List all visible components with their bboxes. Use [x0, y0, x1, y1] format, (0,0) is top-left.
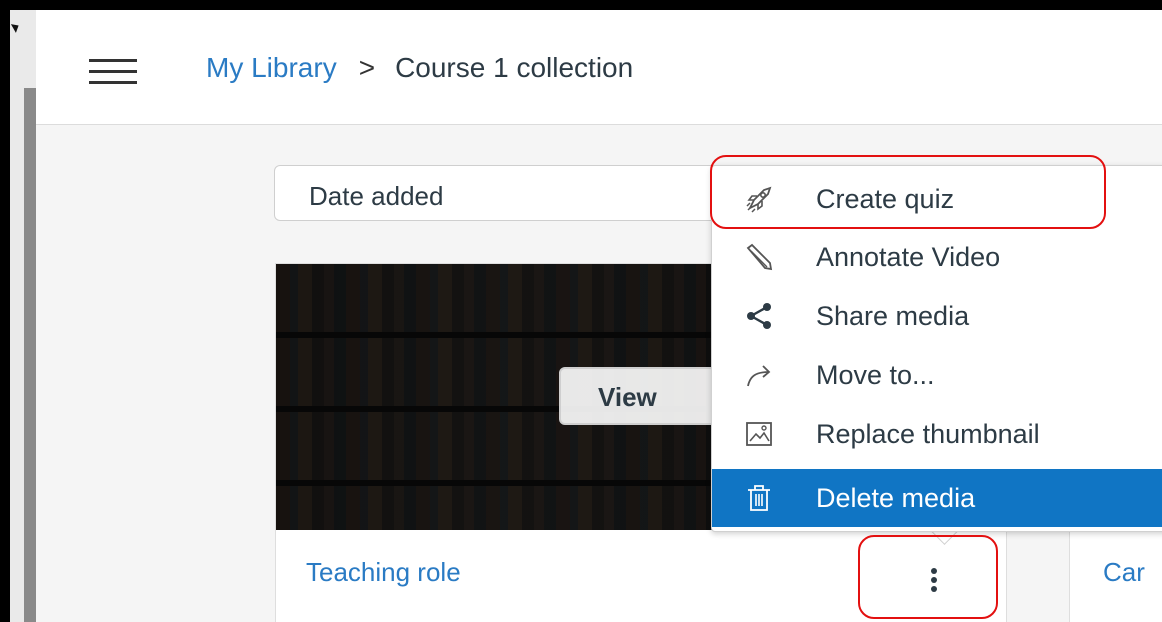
- hamburger-menu-icon[interactable]: [89, 59, 137, 85]
- breadcrumb-separator: >: [358, 52, 376, 83]
- sort-dropdown[interactable]: Date added: [274, 165, 734, 221]
- menu-item-annotate-video[interactable]: Annotate Video: [712, 228, 1162, 286]
- menu-item-label: Create quiz: [816, 184, 955, 214]
- image-icon: [746, 422, 772, 446]
- media-title-link[interactable]: Teaching role: [306, 557, 461, 588]
- top-header: My Library > Course 1 collection: [36, 10, 1162, 125]
- menu-item-delete-media[interactable]: Delete media: [712, 469, 1162, 527]
- pencil-icon: [746, 243, 773, 271]
- menu-item-label: Share media: [816, 301, 970, 331]
- menu-item-create-quiz[interactable]: Create quiz: [712, 170, 1162, 228]
- share-icon: [747, 303, 771, 329]
- left-scrollbar[interactable]: [10, 10, 36, 622]
- menu-item-label: Delete media: [816, 483, 976, 513]
- context-menu: Create quiz Annotate Video Share media M…: [711, 165, 1162, 532]
- breadcrumb: My Library > Course 1 collection: [206, 52, 633, 84]
- view-button[interactable]: View: [559, 367, 729, 425]
- cursor-arrow-icon: [10, 21, 22, 33]
- media-title-link-2[interactable]: Car: [1103, 557, 1145, 588]
- arrow-forward-icon: [747, 365, 771, 387]
- rocket-icon: [746, 186, 772, 213]
- menu-item-replace-thumbnail[interactable]: Replace thumbnail: [712, 405, 1162, 463]
- vertical-ellipsis-icon[interactable]: [861, 547, 1005, 609]
- menu-item-label: Replace thumbnail: [816, 419, 1040, 449]
- scrollbar-thumb[interactable]: [24, 88, 36, 622]
- breadcrumb-my-library[interactable]: My Library: [206, 52, 337, 83]
- menu-item-move-to[interactable]: Move to...: [712, 346, 1162, 404]
- app-frame: My Library > Course 1 collection Date adde…: [10, 10, 1162, 622]
- breadcrumb-current: Course 1 collection: [395, 52, 634, 83]
- menu-item-label: Annotate Video: [816, 242, 1001, 272]
- menu-item-share-media[interactable]: Share media: [712, 287, 1162, 345]
- menu-item-label: Move to...: [816, 360, 935, 390]
- trash-icon: [748, 485, 770, 511]
